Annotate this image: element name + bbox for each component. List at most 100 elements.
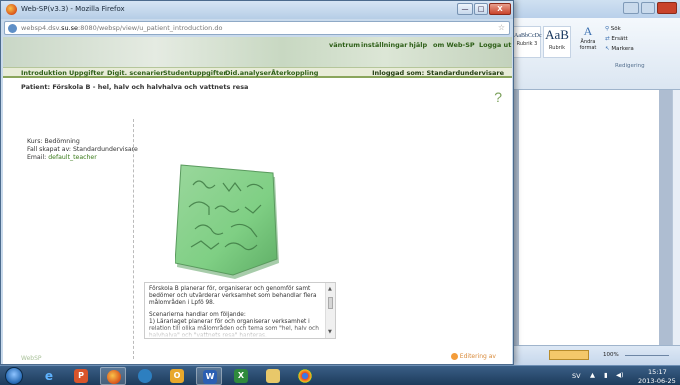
edit-label: Editering av (459, 353, 496, 360)
menu-student-tasks[interactable]: Studentuppgifter (163, 69, 227, 77)
word-titlebar (505, 0, 680, 18)
scroll-thumb[interactable] (328, 297, 333, 309)
style-name: Rubrik (549, 45, 565, 51)
page-title: Patient: Förskola B - hel, halv och halv… (21, 83, 249, 91)
edit-icon (450, 353, 458, 360)
minimize-button[interactable]: — (457, 3, 473, 15)
language-indicator[interactable]: SV (572, 372, 581, 380)
taskbar-outlook[interactable]: O (164, 367, 190, 385)
help-icon[interactable]: ? (494, 89, 502, 105)
taskbar-explorer[interactable] (260, 367, 286, 385)
taskbar-powerpoint[interactable]: P (68, 367, 94, 385)
network-icon[interactable]: ▮ (604, 371, 608, 379)
zoom-slider[interactable] (625, 355, 669, 356)
nav-waiting-room[interactable]: väntrum (329, 41, 360, 49)
main-menu: Introduktion Uppgifter Digit. scenarier … (3, 67, 512, 78)
style-rubrik-3[interactable]: AaBbCcDc Rubrik 3 (513, 26, 542, 58)
tray-arrow-icon[interactable]: ▲ (590, 371, 595, 379)
maximize-button[interactable]: □ (474, 3, 488, 15)
url-prefix: websp4.dsv. (21, 24, 62, 32)
url-suffix: :8080/websp/view/u_patient_introduction.… (78, 24, 223, 32)
replace-label: Ersätt (611, 36, 628, 42)
word-vertical-scrollbar[interactable] (672, 90, 680, 345)
style-sample: AaBbCcDc (514, 33, 542, 39)
menu-digital-scenarios[interactable]: Digit. scenarier (107, 69, 164, 77)
bookmark-star-icon[interactable]: ☆ (498, 23, 505, 32)
powerpoint-icon: P (74, 369, 88, 383)
taskbar-firefox[interactable] (100, 367, 126, 385)
system-tray: SV ▲ ▮ ◀) 15:17 2013-06-25 (570, 366, 680, 385)
word-ribbon: AaBbCcDc Rubrik 3 AaB Rubrik A Ändra for… (505, 18, 680, 90)
window-title: Web-SP(v3.3) - Mozilla Firefox (21, 5, 125, 13)
chrome-icon (298, 369, 312, 383)
volume-icon[interactable]: ◀) (616, 371, 624, 379)
course-label: Kurs: Bedömning (27, 138, 80, 145)
style-sample: AaB (545, 27, 569, 42)
text-scrollbar[interactable]: ▲ ▼ (325, 283, 335, 338)
select-button[interactable]: ↖ Markera (605, 46, 634, 52)
find-button[interactable]: ⚲ Sök (605, 26, 621, 32)
word-window: AaBbCcDc Rubrik 3 AaB Rubrik A Ändra for… (505, 0, 680, 365)
taskbar-ie[interactable]: e (36, 367, 62, 385)
change-styles-label: Ändra format (579, 39, 597, 51)
folder-icon (266, 369, 280, 383)
email-row: Email: default_teacher (27, 154, 138, 162)
word-document-area (505, 90, 680, 345)
scroll-down-icon[interactable]: ▼ (328, 329, 332, 335)
firefox-icon (6, 4, 17, 15)
start-button[interactable] (5, 367, 23, 385)
taskbar-excel[interactable]: X (228, 367, 254, 385)
menu-introduction[interactable]: Introduktion (21, 69, 67, 77)
course-info: Kurs: Bedömning Fall skapat av: Standard… (27, 138, 138, 162)
internet-explorer-icon: e (44, 369, 54, 383)
web-page-content: väntrum inställningar hjälp om Web-SP Lo… (3, 37, 512, 364)
firefox-window: Web-SP(v3.3) - Mozilla Firefox — □ X web… (0, 0, 514, 365)
view-buttons[interactable] (549, 350, 589, 360)
clock-time[interactable]: 15:17 (648, 368, 667, 376)
text-fade (145, 326, 327, 338)
url-text[interactable]: websp4.dsv.su.se:8080/websp/view/u_patie… (21, 24, 222, 32)
scroll-up-icon[interactable]: ▲ (328, 286, 332, 292)
taskbar-chrome[interactable] (292, 367, 318, 385)
zoom-level: 100% (603, 352, 619, 358)
change-styles-button[interactable]: A Ändra format (577, 24, 599, 60)
menu-tasks[interactable]: Uppgifter (69, 69, 104, 77)
footer-brand: WebSP (21, 355, 42, 362)
select-label: Markera (611, 46, 634, 52)
style-name: Rubrik 3 (516, 41, 538, 47)
nav-settings[interactable]: inställningar (361, 41, 407, 49)
word-statusbar: 100% (505, 345, 680, 365)
email-link[interactable]: default_teacher (48, 154, 97, 161)
media-player-icon (138, 369, 152, 383)
patient-image (175, 164, 279, 279)
word-maximize-button[interactable] (641, 2, 655, 14)
site-banner: väntrum inställningar hjälp om Web-SP Lo… (3, 37, 512, 67)
replace-button[interactable]: ⇄ Ersätt (605, 36, 628, 42)
word-page[interactable] (519, 90, 659, 345)
intro-text-box[interactable]: Förskola B planerar för, organiserar och… (144, 282, 336, 339)
logged-in-status: Inloggad som: Standardundervisare (372, 69, 504, 77)
taskbar-media[interactable] (132, 367, 158, 385)
clock-date[interactable]: 2013-06-25 (638, 377, 676, 385)
menu-didactic-analyses[interactable]: Did.analyser (225, 69, 271, 77)
url-bar[interactable]: websp4.dsv.su.se:8080/websp/view/u_patie… (4, 21, 510, 35)
word-minimize-button[interactable] (623, 2, 639, 14)
firefox-taskbar-icon (107, 370, 121, 384)
word-close-button[interactable] (657, 2, 677, 14)
excel-icon: X (234, 369, 248, 383)
firefox-titlebar: Web-SP(v3.3) - Mozilla Firefox — □ X (1, 1, 513, 19)
menu-feedback[interactable]: Återkoppling (271, 69, 318, 77)
outlook-icon: O (170, 369, 184, 383)
style-rubrik[interactable]: AaB Rubrik (543, 26, 571, 58)
change-styles-icon: A (583, 24, 593, 38)
nav-about[interactable]: om Web-SP (433, 41, 475, 49)
nav-help[interactable]: hjälp (409, 41, 427, 49)
url-domain: su.se (61, 24, 79, 32)
close-button[interactable]: X (489, 3, 511, 15)
nav-logout[interactable]: Logga ut (479, 41, 511, 49)
intro-paragraph: Förskola B planerar för, organiserar och… (149, 286, 317, 306)
taskbar-word[interactable]: W (196, 367, 222, 385)
site-identity-icon[interactable] (8, 24, 17, 33)
edit-link[interactable]: Editering av (450, 353, 496, 360)
intro-paragraph: Scenarierna handlar om följande: (149, 312, 246, 318)
